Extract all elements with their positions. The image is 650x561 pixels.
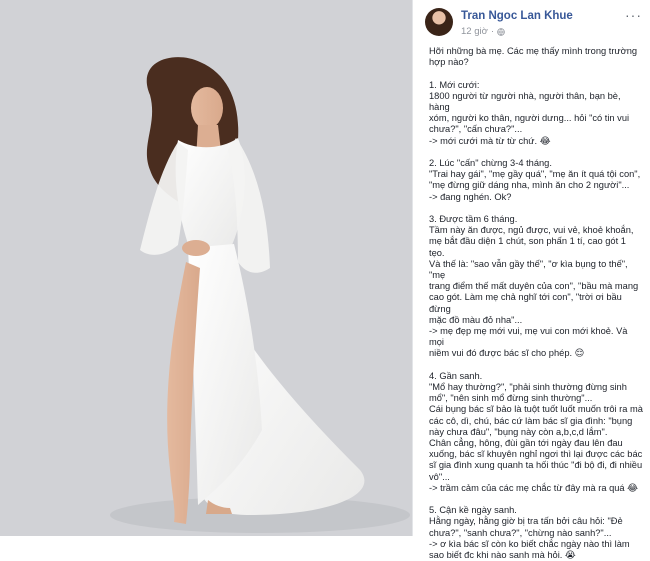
post-text-line: Cái bụng bác sĩ bảo là tuột tuốt luốt mu… <box>429 404 643 415</box>
photo-illustration <box>0 0 412 536</box>
post-text-line: "Trai hay gái", "mẹ gầy quá", "mẹ ăn ít … <box>429 169 641 180</box>
post-text-line: mẹ bắt đầu diện 1 chút, son phấn 1 tí, c… <box>429 236 626 258</box>
post-text-line: 1. Mới cưới: <box>429 79 480 90</box>
post-text-line: "Mổ hay thường?", "phải sinh thường đừng… <box>429 382 627 393</box>
post-text-line: xóm, người ko thân, người dưng... hỏi "c… <box>429 113 630 124</box>
post-text-line: Hằng ngày, hằng giờ bị tra tấn bởi câu h… <box>429 516 623 527</box>
post-text-line: sĩ gia đình xung quanh ta hối thúc "đi b… <box>429 460 643 471</box>
post-text-line: sao biết đc khi nào sanh mà hỏi. 😭 <box>429 550 576 561</box>
post-body: Hỡi những bà mẹ. Các mẹ thấy mình trong … <box>429 46 643 561</box>
post-text-line: -> ơ kìa bác sĩ còn ko biết chắc ngày nà… <box>429 538 630 549</box>
post-text-line: Và thế là: "sao vẫn gầy thế", "ơ kìa bụn… <box>429 258 628 281</box>
post-text-line: -> mẹ đẹp mẹ mới vui, mẹ vui con mới kho… <box>429 326 628 348</box>
post-text-line: -> đang nghén. Ok? <box>429 191 512 202</box>
author-name[interactable]: Tran Ngoc Lan Khue <box>461 10 573 22</box>
post-text-line: 4. Gần sanh. <box>429 370 483 381</box>
post-text-line: 3. Được tầm 6 tháng. <box>429 214 518 224</box>
post-text-line: mặc đồ màu đỏ nha"... <box>429 314 523 325</box>
post-text-line: chưa?", "cấn chưa?"... <box>429 124 523 135</box>
post-text-line: hợp nào? <box>429 57 469 68</box>
post-header: Tran Ngoc Lan Khue 12 giờ · ··· <box>413 0 650 44</box>
post-text-line: 5. Cận kề ngày sanh. <box>429 505 517 516</box>
post-text-line: Hỡi những bà mẹ. Các mẹ thấy mình trong … <box>429 46 638 56</box>
post-text-line: Chân cẳng, hông, đùi gần tới ngày đau lê… <box>429 438 623 449</box>
post-text-line: -> trầm cảm của các mẹ chắc từ đây mà ra… <box>429 482 639 493</box>
more-dots-icon[interactable]: ··· <box>625 8 642 22</box>
post-text-line: cao gót. Làm mẹ chả nghĩ tới con", "trời… <box>429 292 622 314</box>
post-text-line: Tầm này ăn được, ngủ được, vui vẻ, khoẻ … <box>429 225 634 236</box>
post-text-line: -> mới cưới mà từ từ chứ. 😂 <box>429 135 551 146</box>
post-text-line: vô"... <box>429 471 450 482</box>
post-text-line: niềm vui đó được bác sĩ cho phép. 😌 <box>429 348 585 359</box>
post-text-line: xuống, bác sĩ khuyên nghỉ ngơi thì lại đ… <box>429 449 643 460</box>
author-avatar[interactable] <box>425 8 453 36</box>
post-text-line: "mẹ đừng giữ dáng nha, mình ăn cho 2 ngư… <box>429 180 630 191</box>
post-text-line: trang điểm thế mất duyên của con", "bầu … <box>429 281 639 292</box>
post-text-line: mổ", "nên sinh mổ đừng sinh thường"... <box>429 393 593 404</box>
post-meta: 12 giờ · <box>461 26 505 37</box>
separator-dot: · <box>490 26 495 37</box>
post-time[interactable]: 12 giờ <box>461 26 488 37</box>
post-text-line: này chưa đâu", "bụng này còn a,b,c,d lắm… <box>429 426 608 437</box>
globe-icon <box>497 27 505 36</box>
post-text-line: chưa?", "sanh chưa?", "chừng nào sanh?".… <box>429 527 612 538</box>
post-text-line: 2. Lúc "cấn" chừng 3-4 tháng. <box>429 158 552 168</box>
post-text-line: 1800 người từ người nhà, người thân, bạn… <box>429 90 621 112</box>
post-text-line: các cô, dì, chú, bác cứ làm bác sĩ gia đ… <box>429 415 633 426</box>
post-photo[interactable] <box>0 0 412 536</box>
post-panel: Tran Ngoc Lan Khue 12 giờ · ··· Hỡi nhữn… <box>412 0 650 560</box>
